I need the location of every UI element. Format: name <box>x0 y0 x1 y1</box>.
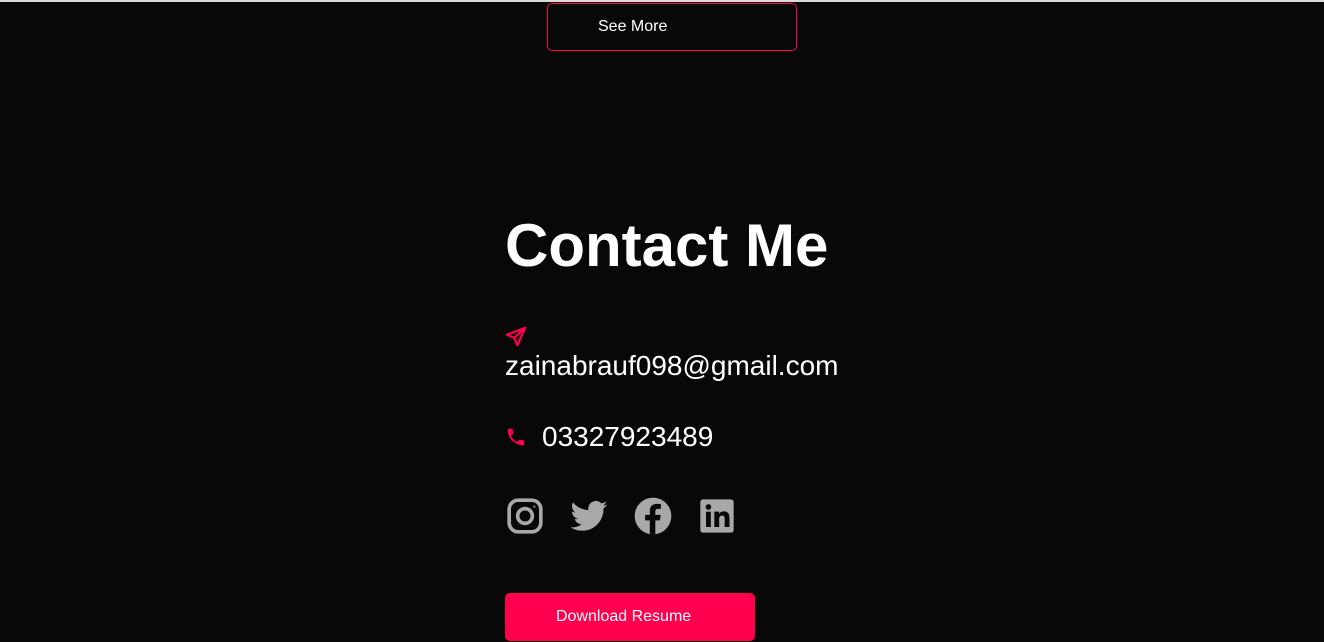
phone-row: 03327923489 <box>505 420 925 454</box>
contact-section: Contact Me zainabrauf098@gmail.com 03327… <box>505 208 925 538</box>
see-more-button[interactable]: See More <box>547 3 797 51</box>
twitter-icon[interactable] <box>569 496 609 536</box>
social-links <box>505 494 925 538</box>
download-resume-button[interactable]: Download Resume <box>505 593 755 641</box>
linkedin-icon[interactable] <box>697 496 737 536</box>
instagram-icon[interactable] <box>505 496 545 536</box>
facebook-icon[interactable] <box>633 496 673 536</box>
phone-text: 03327923489 <box>542 421 714 452</box>
phone-icon <box>507 428 525 446</box>
email-row: zainabrauf098@gmail.com <box>505 326 925 382</box>
email-text: zainabrauf098@gmail.com <box>505 350 839 381</box>
page: See More Contact Me zainabrauf098@gmail.… <box>0 0 1324 642</box>
contact-title: Contact Me <box>505 212 829 279</box>
paper-plane-icon <box>505 326 527 347</box>
